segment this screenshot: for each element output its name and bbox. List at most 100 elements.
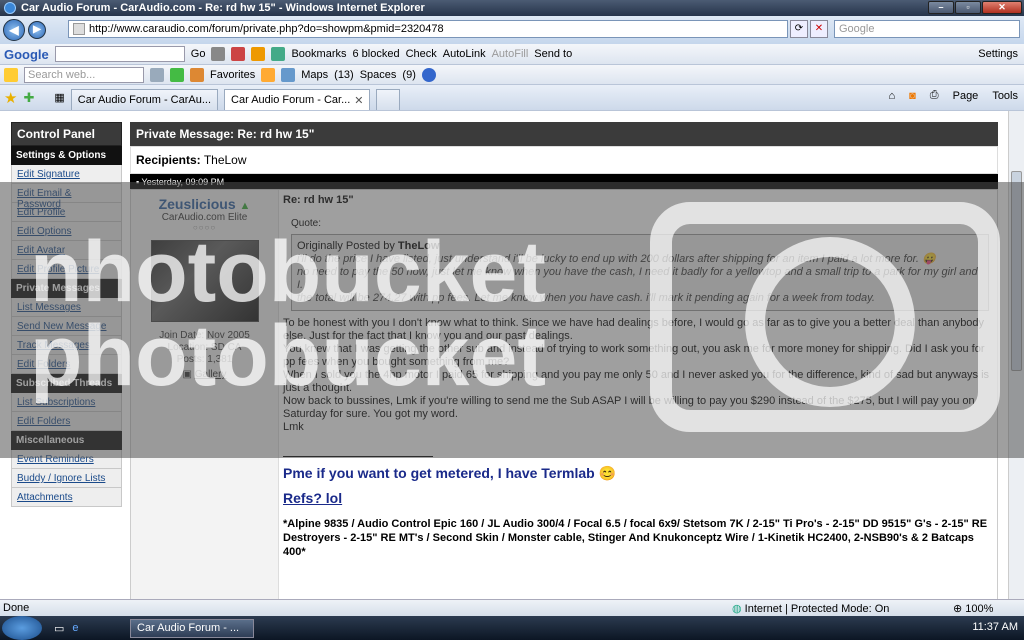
body-line: To be honest with you I don't know what … (283, 317, 985, 342)
sidebar-item-edit-email[interactable]: Edit Email & Password (11, 184, 122, 210)
gallery-link[interactable]: ▣ Gallery (131, 369, 278, 381)
sidebar-item-edit-profile-picture[interactable]: Edit Profile Picture (11, 260, 122, 279)
quote-line: the total will be 274.27 with pp fees. L… (297, 292, 875, 304)
maps-button[interactable]: Maps (301, 69, 328, 81)
body-line: When I sold you the 4hp motor I paid 65 … (283, 369, 990, 394)
sidebar-item-edit-folders[interactable]: Edit Folders (11, 355, 122, 374)
autofill-button[interactable]: AutoFill (492, 48, 529, 60)
url-text: http://www.caraudio.com/forum/private.ph… (89, 23, 444, 35)
close-button[interactable]: ✕ (982, 1, 1022, 14)
section-private-messages[interactable]: Private Messages (11, 279, 122, 298)
mail-button[interactable]: (13) (334, 69, 354, 81)
sidebar-item-edit-signature[interactable]: Edit Signature (11, 165, 122, 184)
favorites-star-icon[interactable]: ★ (4, 89, 17, 107)
sidebar-item-send-message[interactable]: Send New Message (11, 317, 122, 336)
live-search-input[interactable]: Search web... (24, 66, 144, 83)
task-label: Car Audio Forum - ... (137, 622, 240, 634)
bookmarks-button[interactable]: Bookmarks (291, 48, 346, 60)
sidebar-item-list-messages[interactable]: List Messages (11, 298, 122, 317)
taskbar-item-ie[interactable]: Car Audio Forum - ... (130, 619, 254, 638)
ie-quicklaunch-icon[interactable]: e (72, 622, 78, 634)
spaces-button[interactable]: Spaces (360, 69, 397, 81)
messenger-button[interactable]: (9) (402, 69, 415, 81)
refresh-icon[interactable]: ⟳ (790, 20, 808, 38)
pm-header: Private Message: Re: rd hw 15" (130, 122, 998, 146)
new-tab-button[interactable] (376, 88, 401, 110)
help-icon[interactable] (421, 67, 436, 82)
sidebar-item-edit-options[interactable]: Edit Options (11, 222, 122, 241)
tab-caraudio-1[interactable]: Car Audio Forum - CarAu... (70, 88, 219, 110)
add-icon[interactable] (170, 67, 184, 82)
back-button[interactable]: ◀ (3, 19, 25, 41)
post-date-bar: ▪ Yesterday, 09:09 PM (130, 174, 998, 189)
add-favorites-icon[interactable]: ✚ (23, 90, 34, 106)
zoom-control[interactable]: ⊕ 100% (953, 602, 993, 615)
search-input[interactable]: Google (834, 20, 1020, 38)
toolbar-icon[interactable] (190, 67, 204, 82)
toolbar-icon[interactable] (231, 47, 246, 61)
quick-tabs-icon[interactable]: ▦ (54, 91, 64, 104)
ie-logo-icon (4, 2, 16, 14)
sidebar-item-edit-folders-threads[interactable]: Edit Folders (11, 412, 122, 431)
zone-text: Internet | Protected Mode: On (744, 603, 890, 615)
sidebar-item-attachments[interactable]: Attachments (11, 488, 122, 507)
live-logo-icon (4, 67, 18, 82)
close-tab-icon[interactable]: ✕ (354, 94, 363, 107)
favorites-button[interactable]: Favorites (210, 69, 255, 81)
popup-blocked-button[interactable]: 6 blocked (353, 48, 400, 60)
spellcheck-button[interactable]: Check (406, 48, 437, 60)
zoom-icon: ⊕ (953, 603, 966, 615)
minimize-button[interactable]: – (928, 1, 954, 14)
section-subscribed-threads[interactable]: Subscribed Threads (11, 374, 122, 393)
maximize-button[interactable]: ▫ (955, 1, 981, 14)
quote-line: i'll do the price I have listed, just un… (297, 253, 936, 265)
stop-icon[interactable]: ✕ (810, 20, 828, 38)
show-desktop-icon[interactable]: ▭ (54, 622, 64, 635)
pen-icon[interactable] (261, 67, 276, 82)
quote-author: TheLow (397, 240, 440, 252)
tab-caraudio-2[interactable]: Car Audio Forum - Car... ✕ (224, 88, 371, 110)
user-posts: Posts: 1,381 (176, 354, 233, 365)
feeds-icon[interactable]: ◙ (909, 90, 916, 102)
google-logo: Google (4, 46, 49, 62)
zoom-level: 100% (965, 603, 994, 615)
sidebar-item-edit-avatar[interactable]: Edit Avatar (11, 241, 122, 260)
sidebar-item-buddy-lists[interactable]: Buddy / Ignore Lists (11, 469, 122, 488)
autolink-button[interactable]: AutoLink (443, 48, 486, 60)
recipients-row: Recipients: TheLow (130, 146, 998, 174)
pm-post: Zeuslicious ▲ CarAudio.com Elite ○○○○ Jo… (130, 189, 998, 599)
address-bar: ◀ ▶ http://www.caraudio.com/forum/privat… (0, 16, 1024, 44)
forward-button[interactable]: ▶ (28, 21, 46, 39)
sidebar-item-list-subscriptions[interactable]: List Subscriptions (11, 393, 122, 412)
start-button[interactable] (2, 616, 42, 640)
globe-icon: ◍ (732, 603, 745, 615)
print-icon[interactable]: ⎙ (930, 89, 939, 102)
tools-menu[interactable]: Tools (992, 90, 1018, 102)
toolbar-icon[interactable] (251, 47, 266, 61)
recipients-label: Recipients: (136, 153, 201, 167)
send-to-button[interactable]: Send to (534, 48, 572, 60)
quote-label: Quote: (291, 218, 322, 229)
gallery-icon: ▣ (182, 369, 195, 380)
go-button[interactable]: Go (191, 48, 206, 60)
body-line: Now back to bussines, Lmk if you're will… (283, 395, 975, 420)
quote-box: Originally Posted by TheLow i'll do the … (291, 234, 989, 311)
scroll-thumb[interactable] (1011, 171, 1022, 371)
toolbar-icon[interactable] (211, 47, 226, 61)
note-icon[interactable] (281, 67, 296, 82)
toolbar-icon[interactable] (150, 67, 164, 82)
post-date: Yesterday, 09:09 PM (141, 177, 225, 187)
settings-button[interactable]: Settings (978, 48, 1018, 60)
sidebar-item-event-reminders[interactable]: Event Reminders (11, 450, 122, 469)
username-link[interactable]: Zeuslicious ▲ (131, 196, 278, 212)
sidebar-item-track-messages[interactable]: Track Messages (11, 336, 122, 355)
google-search-input[interactable] (54, 46, 185, 62)
status-text: Done (3, 602, 30, 614)
message-subject: Re: rd hw 15" (283, 194, 354, 206)
home-icon[interactable]: ⌂ (888, 90, 895, 102)
username: Zeuslicious (158, 196, 236, 212)
signature-refs-link[interactable]: Refs? lol (283, 491, 993, 505)
vertical-scrollbar[interactable] (1008, 111, 1024, 599)
page-menu[interactable]: Page (953, 90, 979, 102)
url-field[interactable]: http://www.caraudio.com/forum/private.ph… (68, 20, 788, 38)
